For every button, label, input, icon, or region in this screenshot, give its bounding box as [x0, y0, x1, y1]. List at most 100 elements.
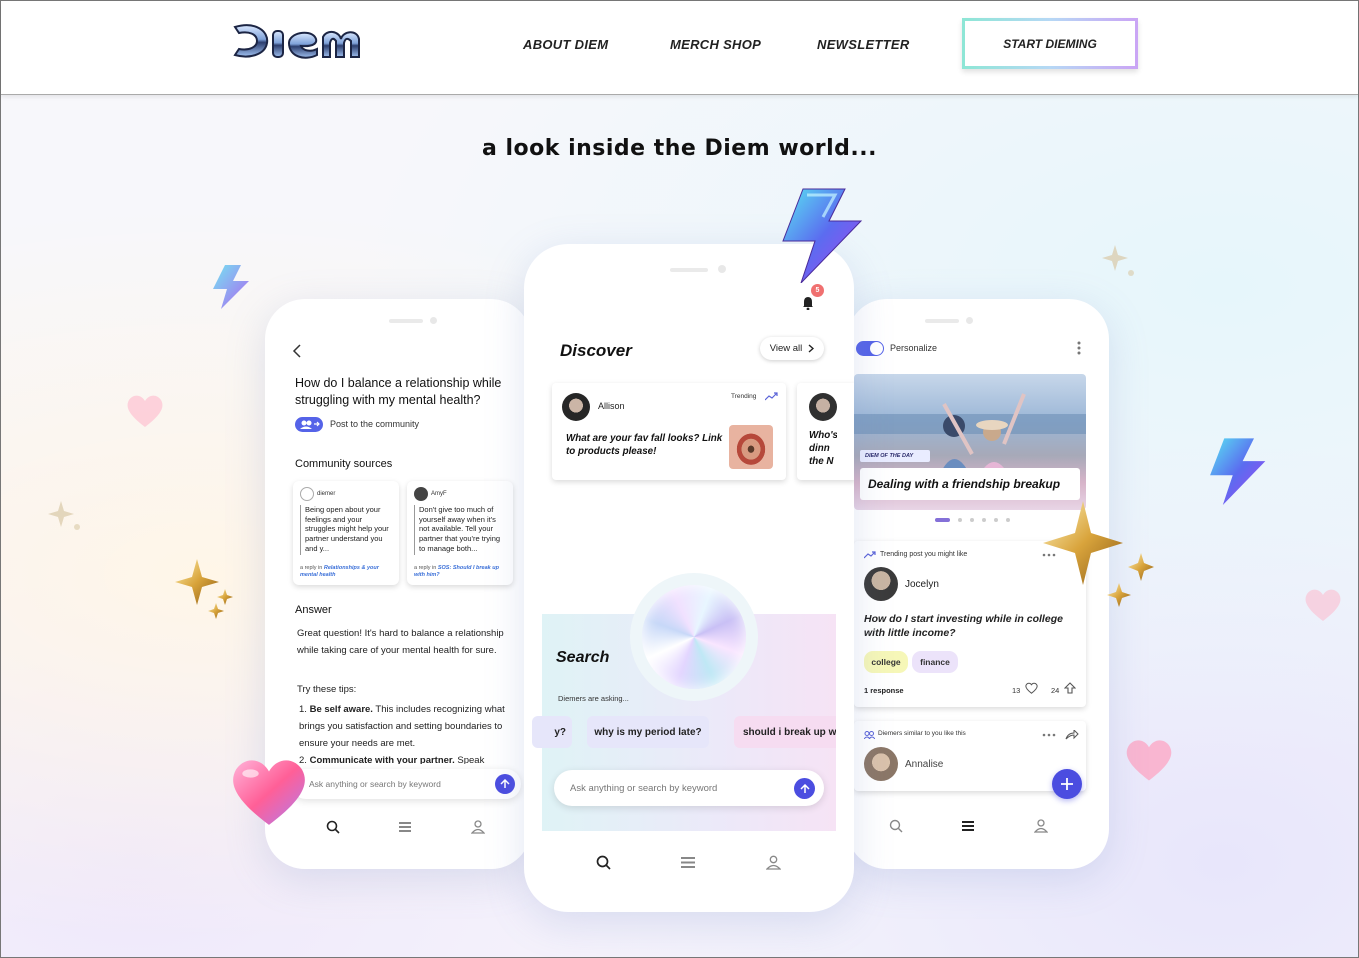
- avatar: [864, 567, 898, 601]
- post-author: Jocelyn: [905, 579, 939, 590]
- diem-of-the-day-badge: DIEM OF THE DAY: [860, 450, 930, 462]
- send-arrow-icon[interactable]: [495, 774, 515, 794]
- tip-item: 2. Communicate with your partner. Speak: [299, 752, 509, 764]
- heart-icon: [1123, 737, 1175, 788]
- search-bar[interactable]: Ask anything or search by keyword: [554, 770, 824, 806]
- bell-icon[interactable]: [802, 296, 814, 310]
- avatar: [562, 393, 590, 421]
- lightning-bolt-icon: [779, 187, 863, 288]
- discover-card[interactable]: Allison Trending What are your fav fall …: [552, 383, 786, 480]
- site-header: ABOUT DIEM MERCH SHOP NEWSLETTER START D…: [1, 1, 1358, 95]
- sparkle-icon: [1101, 243, 1141, 288]
- response-count[interactable]: 1 response: [864, 686, 904, 695]
- avatar: [414, 487, 428, 501]
- similar-diemers-card[interactable]: Diemers similar to you like this Annalis…: [854, 721, 1086, 791]
- source-card[interactable]: AmyF Don't give too much of yourself awa…: [407, 481, 513, 585]
- heart-icon: [227, 755, 311, 834]
- send-arrow-icon[interactable]: [794, 778, 815, 799]
- diem-logo[interactable]: [229, 19, 363, 63]
- lightning-bolt-icon: [211, 265, 251, 314]
- view-all-label: View all: [769, 343, 803, 354]
- personalize-label: Personalize: [890, 343, 938, 353]
- post-question: How do I start investing while in colleg…: [864, 613, 1063, 639]
- more-vertical-icon[interactable]: [1077, 341, 1081, 355]
- heart-outline-icon[interactable]: [1025, 682, 1038, 694]
- add-post-button[interactable]: [1052, 769, 1082, 799]
- similar-user-name[interactable]: Annalise: [905, 759, 943, 770]
- reply-prefix: a reply in: [414, 565, 438, 571]
- discover-card[interactable]: Who's dinn the N: [797, 383, 854, 480]
- feed-icon[interactable]: [681, 857, 695, 868]
- like-count: 13: [1012, 686, 1021, 695]
- tag-finance[interactable]: finance: [912, 651, 958, 673]
- card-question: Who's dinn the N: [809, 430, 837, 467]
- profile-icon[interactable]: [471, 820, 485, 834]
- suggestion-chip[interactable]: why is my period late?: [587, 716, 709, 748]
- upvote-arrow-icon[interactable]: [1064, 682, 1076, 694]
- search-input[interactable]: Ask anything or search by keyword: [309, 779, 441, 789]
- card-author: Allison: [598, 401, 625, 411]
- nav-merch-shop[interactable]: MERCH SHOP: [670, 37, 761, 52]
- tip-body: Speak: [454, 755, 485, 764]
- upvote-count: 24: [1051, 686, 1060, 695]
- source-text: Don't give too much of yourself away whe…: [414, 505, 508, 555]
- personalize-toggle[interactable]: [856, 341, 884, 356]
- back-chevron-icon[interactable]: [291, 343, 303, 359]
- nav-about[interactable]: ABOUT DIEM: [523, 37, 608, 52]
- center-phone: 5 Discover View all Allison Trending Wha…: [524, 244, 854, 912]
- answer-title: Answer: [295, 604, 332, 616]
- discover-title: Discover: [560, 341, 632, 360]
- tips-intro: Try these tips:: [297, 684, 357, 695]
- heart-icon: [125, 393, 165, 434]
- search-icon[interactable]: [889, 819, 903, 833]
- feed-icon[interactable]: [399, 822, 411, 832]
- similar-label: Diemers similar to you like this: [878, 730, 966, 737]
- source-user: AmyF: [431, 491, 447, 497]
- reply-prefix: a reply in: [300, 565, 324, 571]
- search-icon[interactable]: [326, 820, 340, 834]
- heart-icon: [1303, 587, 1343, 628]
- community-sources-title: Community sources: [295, 458, 393, 470]
- suggestion-chip[interactable]: should i break up w: [734, 716, 836, 748]
- source-text: Being open about your feelings and your …: [300, 505, 394, 555]
- suggestion-chip[interactable]: y?: [532, 716, 572, 748]
- tip-item: 1. Be self aware. This includes recogniz…: [299, 701, 509, 752]
- search-title: Search: [556, 649, 610, 666]
- more-horizontal-icon[interactable]: [1042, 733, 1056, 737]
- featured-title: Dealing with a friendship breakup: [860, 468, 1080, 500]
- avatar: [809, 393, 837, 421]
- page-headline: a look inside the Diem world...: [482, 136, 877, 161]
- tip-number: 1.: [299, 704, 307, 715]
- avatar: [864, 747, 898, 781]
- trending-icon: [765, 392, 778, 401]
- search-bar[interactable]: Ask anything or search by keyword: [291, 769, 521, 799]
- card-thumbnail: [729, 425, 773, 469]
- trending-icon: [864, 551, 876, 559]
- post-community-icon[interactable]: [295, 417, 323, 432]
- trending-badge: Trending: [731, 393, 757, 400]
- gold-sparkle-icon: [173, 559, 237, 624]
- avatar: [300, 487, 314, 501]
- card-question: What are your fav fall looks? Link to pr…: [566, 433, 723, 457]
- view-all-button[interactable]: View all: [760, 337, 824, 360]
- tag-college[interactable]: college: [864, 651, 908, 673]
- source-user: diemer: [317, 491, 336, 497]
- source-card[interactable]: diemer Being open about your feelings an…: [293, 481, 399, 585]
- start-dieming-button[interactable]: START DIEMING: [962, 18, 1138, 69]
- lightning-bolt-icon: [1207, 437, 1267, 510]
- asking-label: Diemers are asking...: [558, 694, 629, 703]
- search-input[interactable]: Ask anything or search by keyword: [570, 783, 717, 794]
- feed-icon[interactable]: [962, 821, 974, 831]
- tip-heading: Be self aware.: [309, 704, 373, 715]
- nav-newsletter[interactable]: NEWSLETTER: [817, 37, 910, 52]
- profile-icon[interactable]: [1034, 819, 1048, 833]
- profile-icon[interactable]: [766, 855, 781, 870]
- chevron-right-icon: [808, 344, 815, 353]
- post-to-community-link[interactable]: Post to the community: [330, 419, 419, 429]
- featured-image[interactable]: DIEM OF THE DAY Dealing with a friendshi…: [854, 374, 1086, 510]
- search-icon[interactable]: [596, 855, 611, 870]
- trending-label: Trending post you might like: [880, 551, 968, 558]
- share-icon[interactable]: [1065, 730, 1079, 740]
- gold-sparkle-icon: [1041, 501, 1157, 614]
- carousel-dots[interactable]: [935, 518, 1010, 522]
